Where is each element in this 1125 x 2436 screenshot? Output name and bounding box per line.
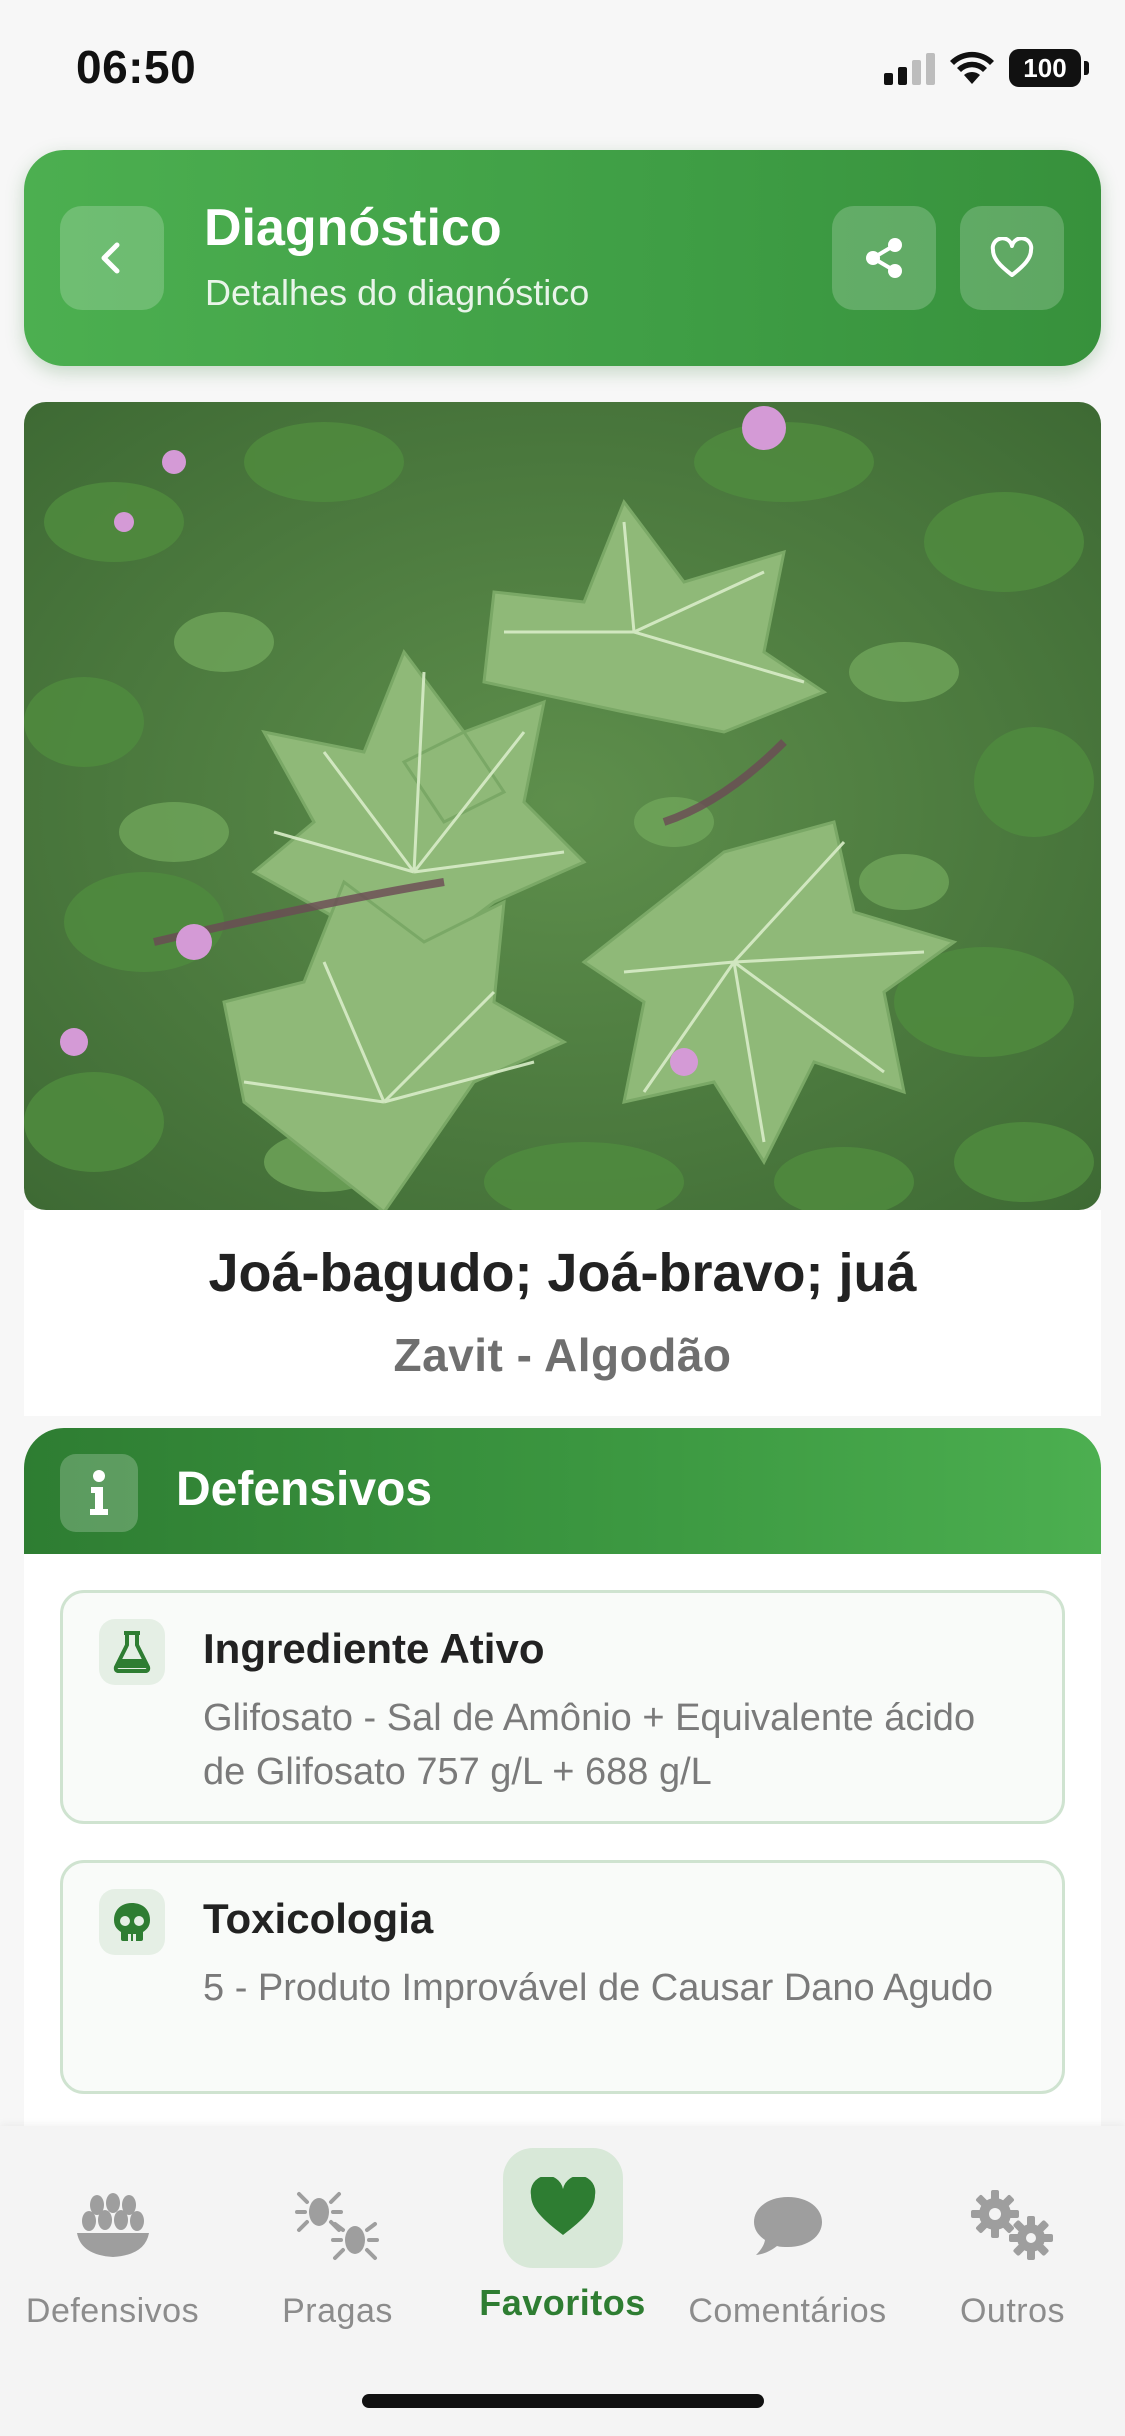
nav-label: Defensivos: [25, 2292, 200, 2330]
toxicology-label: Toxicologia: [203, 1895, 434, 1942]
nav-outros[interactable]: Outros: [900, 2166, 1125, 2331]
nav-comentarios[interactable]: Comentários: [675, 2166, 900, 2331]
nav-label: Comentários: [688, 2292, 887, 2330]
nav-label: Outros: [959, 2292, 1066, 2330]
share-icon: [866, 238, 902, 278]
favorite-button[interactable]: [960, 206, 1064, 310]
gears-icon: [970, 2190, 1053, 2260]
nav-favoritos[interactable]: Favoritos: [450, 2146, 675, 2324]
heart-outline-icon: [990, 237, 1034, 277]
flask-icon: [99, 1619, 165, 1685]
product-crop: Zavit - Algodão: [393, 1329, 732, 1381]
battery-icon: 100: [1009, 49, 1089, 87]
battery-level: 100: [1023, 52, 1067, 83]
nav-defensivos[interactable]: Defensivos: [0, 2166, 225, 2331]
page-title: Diagnóstico: [204, 199, 502, 257]
heart-icon: [530, 2177, 595, 2235]
seeds-icon: [76, 2193, 149, 2257]
active-ingredient-card: Ingrediente Ativo Glifosato - Sal de Amô…: [60, 1590, 1065, 1824]
plant-image: [24, 402, 1101, 1210]
bottom-nav: Defensivos Pragas Favoritos Comentários …: [0, 2126, 1125, 2436]
status-bar: 06:50 100: [0, 0, 1125, 140]
defensivos-section: Defensivos Ingrediente Ativo Glifosato -…: [24, 1428, 1101, 2128]
diagnosis-screen: 06:50 100 Diagnóstico Detalhes do diagnó…: [0, 0, 1125, 2436]
active-ingredient-label: Ingrediente Ativo: [203, 1625, 545, 1672]
nav-pragas[interactable]: Pragas: [225, 2166, 450, 2331]
back-button[interactable]: [60, 206, 164, 310]
toxicology-value: 5 - Produto Improvável de Causar Dano Ag…: [203, 1967, 994, 2009]
info-icon: [60, 1454, 138, 1532]
chevron-left-icon: [101, 242, 120, 274]
page-subtitle: Detalhes do diagnóstico: [205, 272, 590, 313]
wifi-icon: [950, 51, 994, 84]
pest-common-names: Joá-bagudo; Joá-bravo; juá: [208, 1243, 917, 1303]
status-time: 06:50: [76, 41, 197, 93]
signal-icon: [884, 51, 935, 85]
skull-icon: [99, 1889, 165, 1955]
toxicology-card: Toxicologia 5 - Produto Improvável de Ca…: [60, 1860, 1065, 2094]
nav-label: Favoritos: [479, 2282, 646, 2323]
section-title: Defensivos: [176, 1463, 433, 1516]
comment-icon: [753, 2197, 822, 2255]
section-header: Defensivos: [24, 1428, 1101, 1554]
share-button[interactable]: [832, 206, 936, 310]
home-indicator[interactable]: [362, 2394, 764, 2408]
active-ingredient-value: Glifosato - Sal de Amônio + Equivalente …: [203, 1697, 976, 1793]
status-icons: 100: [884, 48, 1089, 88]
nav-label: Pragas: [282, 2292, 393, 2330]
diagnosis-info: Joá-bagudo; Joá-bravo; juá Zavit - Algod…: [24, 1210, 1101, 1416]
bugs-icon: [294, 2192, 379, 2260]
header-card: Diagnóstico Detalhes do diagnóstico: [24, 150, 1101, 366]
